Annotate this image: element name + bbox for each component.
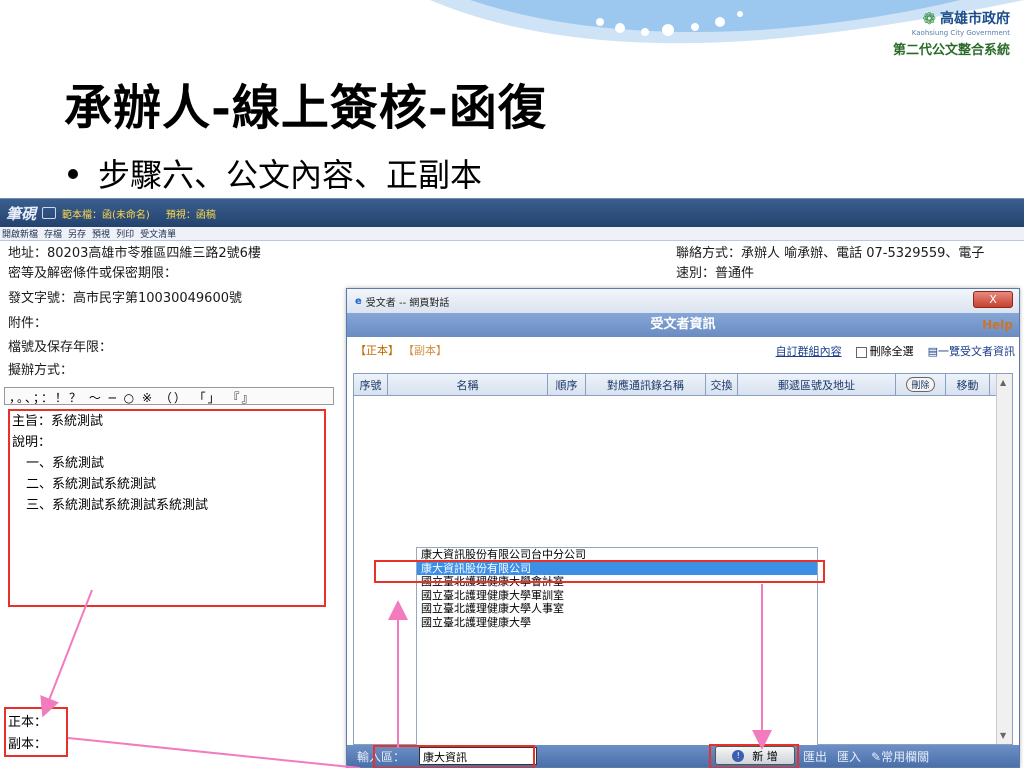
input-highlight-box	[373, 745, 535, 768]
toolbar-save-as[interactable]: 另存	[68, 227, 86, 240]
scroll-up-icon[interactable]: ▲	[1000, 378, 1006, 387]
kaohsiung-logo: ❁ 高雄市政府 Kaohsiung City Government 第二代公文整…	[892, 8, 1010, 59]
list-item[interactable]: 國立臺北護理健康大學軍訓室	[417, 589, 817, 603]
list-item[interactable]: 國立臺北護理健康大學	[417, 616, 817, 630]
logo-system-name: 第二代公文整合系統	[892, 43, 1010, 58]
dialog-header: 受文者資訊 Help	[347, 313, 1019, 337]
tab-cc[interactable]: 【副本】	[403, 342, 447, 358]
content-editor[interactable]: 主旨：系統測試 說明： 一、系統測試 二、系統測試系統測試 三、系統測試系統測試…	[8, 409, 326, 607]
list-all-link[interactable]: ▤一覽受文者資訊	[928, 343, 1015, 359]
tab-row: 【正本】 【副本】 自訂群組內容 刪除全選 ▤一覽受文者資訊	[347, 337, 1019, 363]
col-delete: 刪除	[896, 374, 946, 395]
tab-main-recipient[interactable]: 【正本】	[355, 342, 399, 358]
retention-line: 檔號及保存年限：	[8, 340, 113, 355]
import-link[interactable]: 匯入	[837, 748, 861, 765]
app-logo: 筆硯	[6, 204, 37, 223]
selection-highlight-box	[374, 560, 825, 583]
slide-title: 承辦人-線上簽核-函復	[64, 80, 547, 136]
scroll-down-icon[interactable]: ▼	[1000, 731, 1006, 740]
pencil-icon: ✎	[871, 749, 882, 764]
grid-header: 序號 名稱 順序 對應通訊錄名稱 交換 郵遞區號及地址 刪除 移動	[354, 374, 1012, 396]
checkbox-icon[interactable]	[855, 346, 867, 358]
col-mapping: 對應通訊錄名稱	[586, 374, 706, 395]
dialog-caption-text: 受文者 -- 網頁對話	[365, 297, 450, 309]
subtitle-text: 步驟六、公文內容、正副本	[98, 156, 483, 194]
app-titlebar: 筆硯 範本檔：函(未命名) 預視：函稿	[0, 199, 1024, 227]
col-exchange: 交換	[706, 374, 738, 395]
toolbar-recipient-list[interactable]: 受文清單	[140, 227, 176, 240]
city-emblem-icon: ❁	[922, 8, 936, 28]
help-link[interactable]: Help	[982, 313, 1013, 337]
col-address: 郵遞區號及地址	[738, 374, 896, 395]
dialog-header-title: 受文者資訊	[650, 317, 716, 332]
contact-line: 聯絡方式：承辦人 喻承辦、電話 07-5329559、電子	[676, 246, 985, 261]
export-link[interactable]: 匯出	[803, 748, 827, 765]
ie-icon: e	[355, 295, 362, 307]
delete-column-button[interactable]: 刪除	[906, 377, 935, 392]
toolbar-save[interactable]: 存檔	[44, 227, 62, 240]
content-line: 主旨：系統測試	[12, 414, 104, 429]
list-item[interactable]: 國立臺北護理健康大學人事室	[417, 602, 817, 616]
logo-name: 高雄市政府	[940, 11, 1010, 27]
punctuation-bar[interactable]: ，。、；：！？ ～ ─ ○ ※ （） 「」 『』	[4, 387, 334, 405]
preview-label: 預視：函稿	[165, 209, 216, 221]
secret-line: 密等及解密條件或保密期限：	[8, 266, 178, 281]
custom-group-link[interactable]: 自訂群組內容	[776, 343, 842, 359]
toolbar-preview[interactable]: 預視	[92, 227, 110, 240]
attachment-line: 附件：	[8, 316, 48, 331]
header-swoosh-decoration	[430, 0, 1024, 44]
dialog-caption: e 受文者 -- 網頁對話 X	[347, 289, 1019, 313]
logo-subtitle: Kaohsiung City Government	[911, 29, 1010, 37]
address-line: 地址：80203高雄市苓雅區四維三路2號6樓	[8, 246, 261, 261]
col-order: 順序	[548, 374, 586, 395]
method-line: 擬辦方式：	[8, 363, 74, 378]
toolbar-new[interactable]: 開啟新檔	[2, 227, 38, 240]
cc-label[interactable]: 副本：	[8, 733, 47, 752]
add-button-highlight-box	[709, 744, 799, 768]
content-line: 二、系統測試系統測試	[26, 477, 157, 492]
common-link-label: 常用欄關	[881, 749, 930, 764]
delete-all-label: 刪除全選	[869, 345, 914, 358]
tab-row-actions: 自訂群組內容 刪除全選 ▤一覽受文者資訊	[776, 343, 1015, 359]
slide-subtitle: 步驟六、公文內容、正副本	[64, 150, 482, 196]
main-recipient-label[interactable]: 正本：	[8, 711, 47, 730]
bullet-icon	[68, 169, 78, 179]
toolbar-print[interactable]: 列印	[116, 227, 134, 240]
col-move: 移動	[946, 374, 990, 395]
delete-all-option[interactable]: 刪除全選	[855, 343, 914, 359]
close-button[interactable]: X	[973, 291, 1013, 308]
speed-line: 速別：普通件	[676, 266, 755, 281]
app-toolbar: 開啟新檔 存檔 另存 預視 列印 受文清單	[0, 227, 1024, 241]
list-all-label: 一覽受文者資訊	[938, 345, 1015, 358]
doc-number-line: 發文字號：高市民字第10030049600號	[8, 291, 242, 306]
document-icon: ▤	[927, 345, 938, 358]
content-line: 一、系統測試	[26, 456, 105, 471]
home-icon[interactable]	[42, 207, 57, 219]
slide: ❁ 高雄市政府 Kaohsiung City Government 第二代公文整…	[0, 0, 1024, 768]
content-line: 三、系統測試系統測試系統測試	[26, 498, 209, 513]
col-seq: 序號	[354, 374, 388, 395]
template-label: 範本檔：函(未命名)	[62, 209, 150, 221]
recipient-dialog: e 受文者 -- 網頁對話 X 受文者資訊 Help 【正本】 【副本】 自訂群…	[346, 288, 1020, 768]
common-link[interactable]: ✎常用欄關	[871, 748, 929, 765]
content-line: 說明：	[12, 435, 52, 450]
grid-scrollbar[interactable]: ▲ ▼	[996, 374, 1012, 744]
col-name: 名稱	[388, 374, 548, 395]
